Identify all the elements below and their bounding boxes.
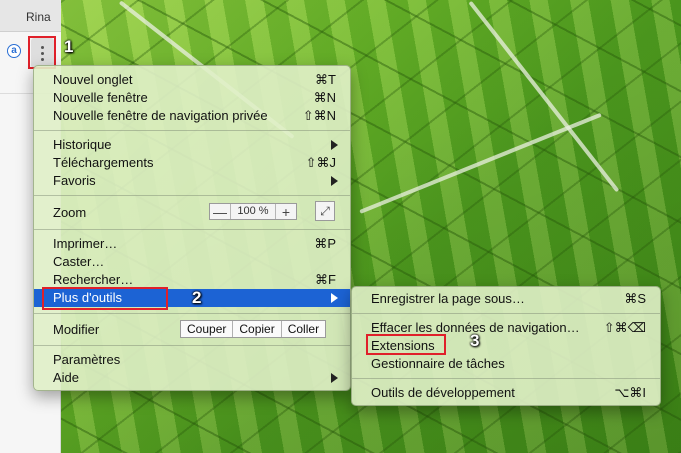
highlight-more-tools <box>42 287 168 310</box>
edit-button-group: Couper Copier Coller <box>180 320 327 338</box>
browser-main-menu: Nouvel onglet ⌘T Nouvelle fenêtre ⌘N Nou… <box>33 65 351 391</box>
menu-item-new-tab[interactable]: Nouvel onglet ⌘T <box>34 71 350 89</box>
menu-separator <box>34 345 350 346</box>
extension-icon[interactable]: a <box>7 44 21 58</box>
menu-item-new-window[interactable]: Nouvelle fenêtre ⌘N <box>34 89 350 107</box>
submenu-arrow-icon <box>331 373 338 383</box>
submenu-arrow-icon <box>331 176 338 186</box>
road-line <box>468 0 620 193</box>
zoom-in-button[interactable]: + <box>276 205 296 219</box>
submenu-arrow-icon <box>331 140 338 150</box>
menu-item-help[interactable]: Aide <box>34 369 350 387</box>
tab-bar: Rina <box>0 0 61 32</box>
zoom-out-button[interactable]: — <box>210 205 230 219</box>
menu-item-history[interactable]: Historique <box>34 136 350 154</box>
submenu-item-developer-tools[interactable]: Outils de développement ⌥⌘I <box>352 384 660 402</box>
menu-item-cast[interactable]: Caster… <box>34 253 350 271</box>
menu-separator <box>34 195 350 196</box>
zoom-control: — 100 % + <box>209 203 297 220</box>
submenu-item-save-page[interactable]: Enregistrer la page sous… ⌘S <box>352 290 660 308</box>
menu-separator <box>34 229 350 230</box>
menu-item-new-private-window[interactable]: Nouvelle fenêtre de navigation privée ⇧⌘… <box>34 107 350 125</box>
submenu-item-task-manager[interactable]: Gestionnaire de tâches <box>352 355 660 373</box>
menu-separator <box>352 313 660 314</box>
menu-item-zoom: Zoom — 100 % + ⤢ <box>34 199 350 225</box>
menu-item-print[interactable]: Imprimer… ⌘P <box>34 235 350 253</box>
zoom-level: 100 % <box>230 204 276 219</box>
submenu-arrow-icon <box>331 293 338 303</box>
fullscreen-icon[interactable]: ⤢ <box>315 201 335 221</box>
tab-title[interactable]: Rina <box>26 10 51 24</box>
step-number-1: 1 <box>64 37 74 56</box>
menu-item-downloads[interactable]: Téléchargements ⇧⌘J <box>34 154 350 172</box>
menu-item-bookmarks[interactable]: Favoris <box>34 172 350 190</box>
step-number-3: 3 <box>470 331 480 350</box>
menu-separator <box>34 313 350 314</box>
menu-separator <box>34 130 350 131</box>
menu-item-edit: Modifier Couper Copier Coller <box>34 318 350 342</box>
menu-separator <box>352 378 660 379</box>
copy-button[interactable]: Copier <box>233 321 282 337</box>
step-number-2: 2 <box>192 288 202 307</box>
cut-button[interactable]: Couper <box>181 321 234 337</box>
highlight-extensions <box>366 334 446 355</box>
paste-button[interactable]: Coller <box>282 321 325 337</box>
menu-item-settings[interactable]: Paramètres <box>34 351 350 369</box>
